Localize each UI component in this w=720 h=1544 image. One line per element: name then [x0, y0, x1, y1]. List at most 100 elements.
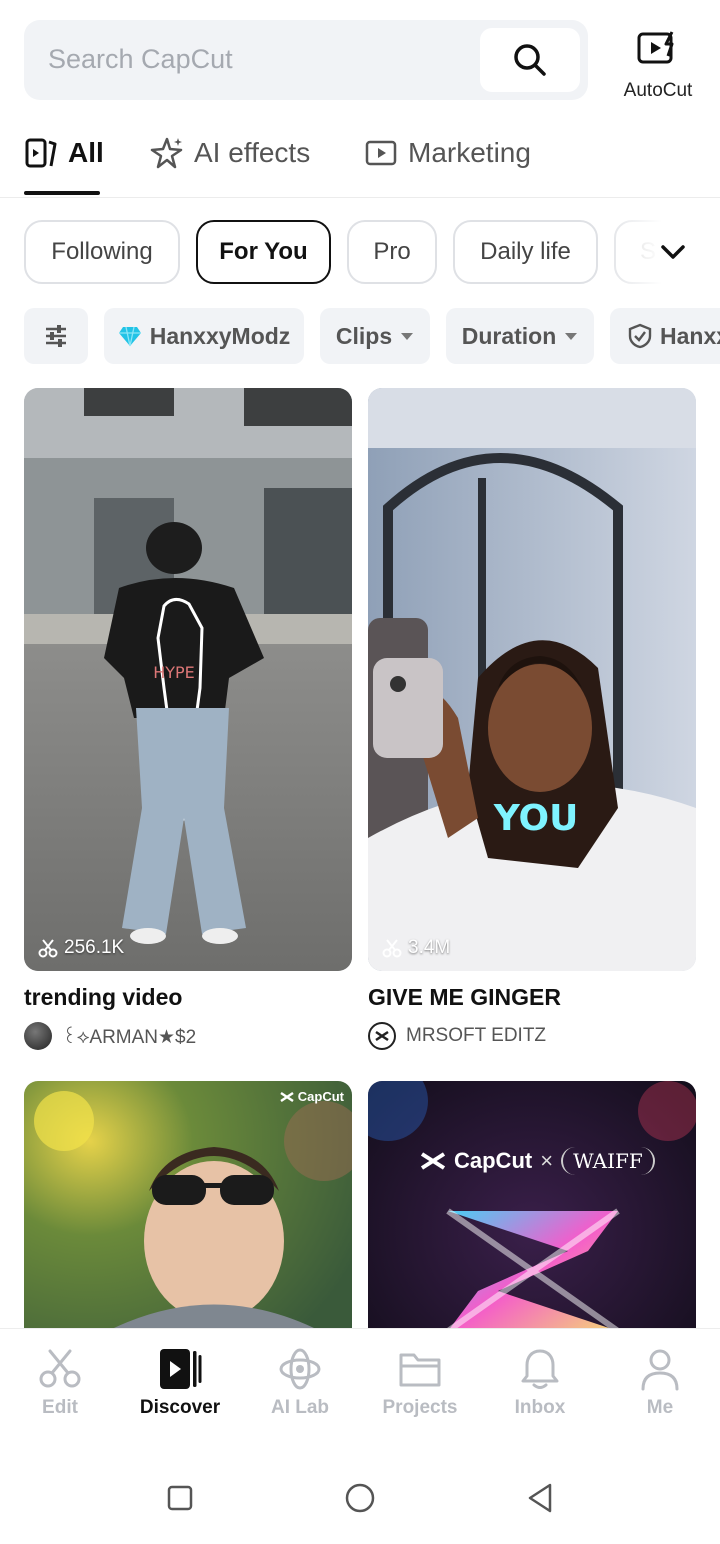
card-author[interactable]: ꒰⟡ARMAN★$2	[24, 1022, 196, 1050]
capcut-brand: CapCut × WAIFF	[420, 1147, 655, 1175]
nav-inbox-label: Inbox	[514, 1397, 566, 1418]
uses-count-label: 3.4M	[408, 937, 451, 958]
folder-icon	[399, 1353, 441, 1387]
filter-row: HanxxyModz Clips Duration Hanxx	[0, 308, 720, 364]
expand-chips-button[interactable]	[614, 220, 720, 284]
chip-following[interactable]: Following	[24, 220, 180, 284]
card-thumbnail-image	[368, 1081, 696, 1328]
template-card[interactable]: CapCut × WAIFF	[368, 1081, 696, 1328]
person-icon	[641, 1349, 679, 1391]
capcut-logo-icon	[280, 1091, 294, 1102]
card-title[interactable]: trending video	[24, 984, 182, 1011]
nav-me[interactable]: Me	[600, 1345, 720, 1425]
filter-hanxx-label: Hanxx	[660, 322, 720, 349]
scissors-icon	[39, 1349, 81, 1388]
card-thumbnail-image: HYPE	[24, 388, 352, 971]
tab-marketing[interactable]: Marketing	[364, 128, 531, 178]
caret-down-icon	[401, 333, 414, 340]
waiff-logo: WAIFF	[561, 1147, 655, 1175]
capcut-logo-icon	[375, 1030, 389, 1042]
nav-inbox[interactable]: Inbox	[480, 1345, 600, 1425]
card-thumbnail[interactable]: YOU 3.4M	[368, 388, 696, 971]
tab-marketing-label: Marketing	[408, 137, 531, 168]
nav-edit[interactable]: Edit	[0, 1345, 120, 1425]
nav-projects[interactable]: Projects	[360, 1345, 480, 1425]
discover-icon	[160, 1349, 202, 1389]
autocut-label: AutoCut	[623, 80, 693, 101]
autocut-button[interactable]: AutoCut	[618, 28, 698, 101]
uses-count-label: 256.1K	[64, 937, 125, 958]
card-thumbnail-image: YOU	[368, 388, 696, 971]
search-input[interactable]: Search CapCut	[24, 20, 588, 100]
back-icon[interactable]	[520, 1478, 560, 1518]
diamond-icon	[118, 326, 141, 347]
card-thumbnail[interactable]: CapCut × WAIFF	[368, 1081, 696, 1328]
card-thumbnail[interactable]: CapCut	[24, 1081, 352, 1328]
play-box-icon	[365, 140, 397, 166]
nav-discover[interactable]: Discover	[120, 1345, 240, 1425]
filter-settings-button[interactable]	[24, 308, 88, 364]
svg-text:HYPE: HYPE	[153, 663, 195, 682]
filter-duration-label: Duration	[461, 322, 557, 349]
filter-hanxxymodz-label: HanxxyModz	[149, 322, 291, 349]
thumbnail-overlay-text: YOU	[493, 798, 579, 839]
filter-hanxxymodz[interactable]: HanxxyModz	[104, 308, 304, 364]
bottom-navigation: Edit Discover AI Lab Projects Inbox Me	[0, 1328, 720, 1428]
tab-all-label: All	[68, 137, 104, 168]
nav-ai-lab-label: AI Lab	[270, 1397, 330, 1418]
tab-ai-effects-label: AI effects	[194, 137, 311, 168]
shield-icon	[628, 323, 652, 349]
tab-ai-effects[interactable]: AI effects	[150, 128, 310, 178]
search-button[interactable]	[480, 28, 580, 92]
capcut-logo-icon	[420, 1152, 446, 1170]
capcut-brand-label: CapCut	[454, 1148, 533, 1173]
home-icon[interactable]	[340, 1478, 380, 1518]
active-tab-indicator	[24, 191, 100, 195]
avatar	[368, 1022, 396, 1050]
chip-daily-life[interactable]: Daily life	[453, 220, 598, 284]
card-title[interactable]: GIVE ME GINGER	[368, 984, 561, 1011]
uses-count: 3.4M	[382, 937, 450, 959]
template-card[interactable]: CapCut	[24, 1081, 352, 1328]
avatar	[24, 1022, 52, 1050]
card-author[interactable]: MRSOFT EDITZ	[368, 1022, 546, 1050]
card-thumbnail-image	[24, 1081, 352, 1328]
chip-for-you[interactable]: For You	[196, 220, 331, 284]
category-chips: Following For You Pro Daily life S	[0, 220, 720, 284]
top-tabs: All AI effects Marketing	[0, 118, 720, 198]
caret-down-icon	[565, 333, 578, 340]
bell-icon	[521, 1349, 559, 1389]
recents-icon[interactable]	[160, 1478, 200, 1518]
author-name: ꒰⟡ARMAN★$2	[62, 1027, 197, 1048]
template-icon	[25, 138, 57, 168]
chevron-down-icon	[661, 245, 685, 259]
ai-lab-icon	[279, 1348, 321, 1390]
search-row: Search CapCut AutoCut	[24, 20, 696, 102]
brand-cross: ×	[540, 1148, 554, 1173]
nav-me-label: Me	[646, 1397, 674, 1418]
filter-hanxx[interactable]: Hanxx	[610, 308, 720, 364]
nav-ai-lab[interactable]: AI Lab	[240, 1345, 360, 1425]
capcut-watermark: CapCut	[280, 1089, 344, 1104]
search-icon	[514, 44, 546, 76]
card-thumbnail[interactable]: HYPE 256.1K	[24, 388, 352, 971]
filter-clips[interactable]: Clips	[320, 308, 430, 364]
scissors-icon	[38, 939, 58, 958]
tab-all[interactable]: All	[24, 128, 104, 178]
scissors-icon	[382, 939, 402, 958]
chip-pro[interactable]: Pro	[347, 220, 437, 284]
nav-projects-label: Projects	[382, 1397, 458, 1418]
sparkle-star-icon	[150, 137, 183, 169]
uses-count: 256.1K	[38, 937, 124, 959]
template-card[interactable]: YOU 3.4M GIVE ME GINGER MRSOFT EDITZ	[368, 388, 696, 1058]
watermark-label: CapCut	[297, 1089, 344, 1104]
filter-duration[interactable]: Duration	[446, 308, 594, 364]
sliders-icon	[46, 325, 66, 347]
search-placeholder: Search CapCut	[48, 44, 233, 74]
autocut-icon	[637, 31, 674, 64]
nav-discover-label: Discover	[139, 1397, 221, 1418]
author-name: MRSOFT EDITZ	[406, 1025, 547, 1046]
system-navigation-bar	[0, 1448, 720, 1544]
filter-clips-label: Clips	[335, 322, 393, 349]
template-card[interactable]: HYPE 256.1K trending video ꒰⟡ARMAN★$2	[24, 388, 352, 1058]
